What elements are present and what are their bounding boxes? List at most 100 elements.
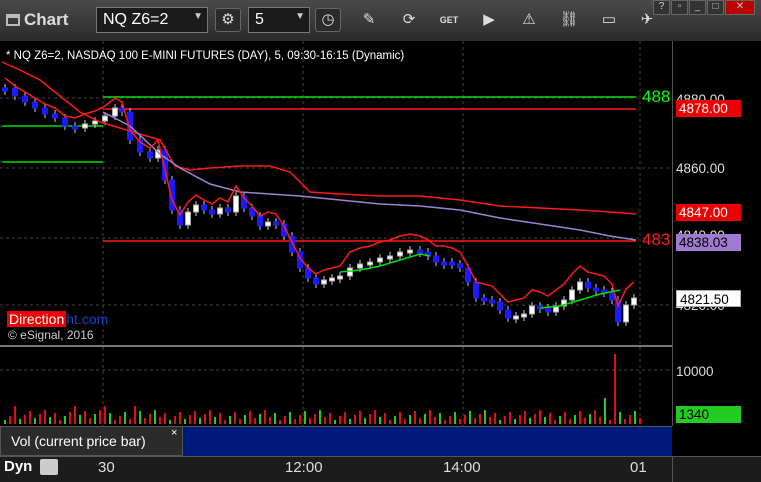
volume-scale-label: 10000 <box>676 364 714 379</box>
candle-body <box>329 277 335 282</box>
volume-bar <box>249 411 251 424</box>
volume-bar <box>109 413 111 424</box>
candle-body <box>623 304 629 323</box>
volume-bar <box>169 420 171 424</box>
candle-body <box>457 263 463 269</box>
price-tag-4847: 4847.00 <box>676 204 741 221</box>
candle-body <box>209 209 215 215</box>
volume-bar <box>279 420 281 424</box>
volume-bar <box>499 420 501 424</box>
candle-body <box>82 123 88 129</box>
candle-body <box>257 215 263 227</box>
volume-bar <box>9 416 11 424</box>
volume-bar <box>64 416 66 424</box>
volume-bar <box>304 411 306 424</box>
volume-bar <box>44 410 46 424</box>
volume-bar <box>74 406 76 424</box>
volume-bar <box>564 412 566 424</box>
volume-bar <box>94 414 96 424</box>
volume-bar <box>324 417 326 424</box>
volume-bar <box>269 417 271 424</box>
volume-bar <box>344 412 346 424</box>
candle-body <box>569 289 575 301</box>
volume-bar <box>329 413 331 424</box>
maximize-button[interactable]: □ <box>707 0 724 15</box>
candle-body <box>313 277 319 285</box>
candle-body <box>481 297 487 302</box>
volume-bar <box>559 416 561 424</box>
volume-bar <box>234 412 236 424</box>
candle-body <box>337 275 343 280</box>
volume-bar <box>439 413 441 424</box>
volume-bar <box>179 412 181 424</box>
candle-body <box>505 309 511 319</box>
close-icon[interactable]: × <box>171 427 177 439</box>
candle-body <box>185 211 191 226</box>
volume-bar <box>614 354 616 424</box>
volume-bar <box>404 419 406 424</box>
pane-divider[interactable] <box>0 345 672 347</box>
volume-bar <box>189 415 191 424</box>
candle-body <box>32 101 38 109</box>
minimize-button[interactable]: _ <box>689 0 706 15</box>
volume-bar <box>69 412 71 424</box>
candle-body <box>407 249 413 254</box>
volume-bar <box>534 414 536 424</box>
volume-bar <box>544 417 546 424</box>
volume-bar <box>399 412 401 424</box>
restore-button[interactable]: ▫ <box>671 0 688 15</box>
volume-bar <box>209 410 211 424</box>
volume-bar <box>489 417 491 424</box>
volume-bar <box>284 416 286 424</box>
study-panel <box>183 426 672 457</box>
volume-bar <box>244 415 246 424</box>
volume-bar <box>314 414 316 424</box>
red-moving-average <box>1 61 637 215</box>
volume-bar <box>469 411 471 424</box>
volume-bar <box>554 420 556 424</box>
candle-body <box>545 307 551 313</box>
logo-part-b: ht.com <box>66 311 109 327</box>
volume-bar <box>484 410 486 424</box>
volume-bar <box>514 419 516 424</box>
candle-body <box>367 261 373 266</box>
volume-study-label[interactable]: Vol (current price bar) <box>0 426 183 456</box>
candle-body <box>52 113 58 119</box>
volume-bar <box>29 411 31 424</box>
chart-canvas[interactable] <box>0 0 672 456</box>
volume-bar <box>599 417 601 424</box>
volume-bar <box>14 406 16 424</box>
volume-bar <box>134 406 136 424</box>
volume-bar <box>624 419 626 424</box>
volume-bar <box>374 410 376 424</box>
volume-bar <box>474 418 476 424</box>
volume-bar <box>39 414 41 424</box>
close-button[interactable]: ✕ <box>725 0 755 15</box>
volume-bar <box>579 411 581 424</box>
time-label: 01 <box>630 459 647 476</box>
candle-body <box>577 281 583 291</box>
candle-body <box>529 305 535 315</box>
volume-bar <box>609 420 611 424</box>
volume-bar <box>364 418 366 424</box>
volume-bar <box>219 413 221 424</box>
volume-bar <box>379 417 381 424</box>
candle-body <box>193 204 199 213</box>
candle-body <box>397 251 403 257</box>
volume-bar <box>634 411 636 424</box>
volume-bar <box>199 418 201 424</box>
volume-bar <box>259 414 261 424</box>
volume-bar <box>639 418 641 424</box>
volume-bar <box>99 410 101 424</box>
volume-bar <box>359 411 361 424</box>
volume-bar <box>444 420 446 424</box>
candle-body <box>357 263 363 269</box>
volume-bar <box>204 414 206 424</box>
calendar-icon[interactable] <box>40 459 58 475</box>
volume-bar <box>54 413 56 424</box>
dynamic-label[interactable]: Dyn <box>4 458 32 475</box>
volume-value-tag: 1340 <box>676 406 741 423</box>
volume-bar <box>434 417 436 424</box>
volume-bar <box>459 419 461 424</box>
volume-bar <box>214 417 216 424</box>
